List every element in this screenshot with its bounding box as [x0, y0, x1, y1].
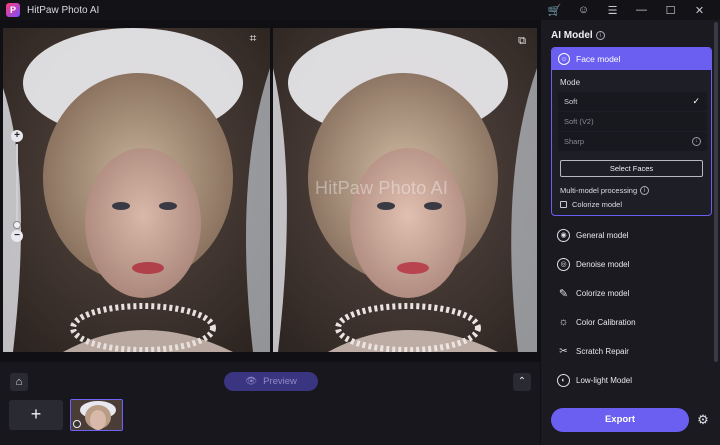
enhanced-image: HitPaw Photo AI ⧉: [273, 28, 537, 352]
multi-model-text: Multi-model processing: [560, 186, 638, 195]
window-controls: 🛒 ☺ ☰ — ☐ ✕: [540, 0, 714, 20]
colorize-checkbox-row[interactable]: Colorize model: [560, 200, 622, 209]
close-icon[interactable]: ✕: [685, 0, 714, 20]
model-option-label: Colorize model: [576, 288, 630, 298]
colorize-checkbox[interactable]: [560, 201, 567, 208]
app-logo-icon: P: [6, 3, 20, 17]
face-model-card[interactable]: ☺ Face model Mode Soft ✓ Soft (V2) Sharp…: [551, 47, 712, 216]
watermark-text: HitPaw Photo AI: [315, 178, 449, 198]
colorize-model-icon: ✎: [558, 287, 569, 300]
model-option-low-light[interactable]: ◐ Low-light Model: [557, 372, 632, 388]
crop-icon[interactable]: ⌗: [246, 31, 260, 45]
mode-option-label: Sharp: [564, 137, 585, 146]
image-thumbnail[interactable]: [70, 399, 123, 431]
original-image: [3, 28, 270, 352]
minimize-icon[interactable]: —: [627, 0, 656, 20]
face-model-header[interactable]: ☺ Face model: [552, 48, 711, 70]
panel-title-text: AI Model: [551, 30, 593, 41]
preview-label: Preview: [263, 376, 297, 387]
eye-icon: 👁: [245, 376, 258, 387]
add-image-button[interactable]: +: [9, 400, 63, 430]
denoise-model-icon: ◎: [557, 257, 570, 271]
model-option-label: Color Calibration: [576, 317, 636, 327]
zoom-slider[interactable]: + −: [11, 130, 23, 242]
bottom-bar: ⌂ 👁 Preview ⌃ +: [0, 362, 540, 445]
model-option-label: General model: [576, 230, 629, 240]
model-option-scratch-repair[interactable]: ✂ Scratch Repair: [557, 343, 629, 359]
mode-label: Mode: [560, 78, 581, 87]
menu-icon[interactable]: ☰: [598, 0, 627, 20]
general-model-icon: ◉: [557, 228, 570, 242]
mode-option-soft-v2[interactable]: Soft (V2): [558, 112, 707, 131]
check-icon: ✓: [692, 96, 700, 106]
maximize-icon[interactable]: ☐: [656, 0, 685, 20]
download-icon[interactable]: ↓: [692, 137, 701, 146]
zoom-in-icon[interactable]: +: [11, 130, 23, 142]
collapse-button[interactable]: ⌃: [513, 373, 531, 391]
colorize-checkbox-label: Colorize model: [572, 200, 623, 209]
preview-area: HitPaw Photo AI ⧉ ⌗ + −: [0, 25, 540, 355]
thumbnail-badge-icon: [73, 420, 81, 428]
mode-option-soft[interactable]: Soft ✓: [558, 92, 707, 111]
app-title: HitPaw Photo AI: [27, 4, 100, 16]
model-option-colorize[interactable]: ✎ Colorize model: [557, 285, 629, 301]
model-option-color-calibration[interactable]: ☼ Color Calibration: [557, 314, 636, 330]
panel-scrollbar[interactable]: [714, 22, 718, 362]
home-button[interactable]: ⌂: [10, 373, 28, 391]
compare-icon[interactable]: ⧉: [515, 34, 529, 48]
multi-model-label: Multi-model processing i: [560, 186, 650, 195]
original-photo: [3, 28, 270, 352]
title-bar: P HitPaw Photo AI 🛒 ☺ ☰ — ☐ ✕: [0, 0, 720, 20]
zoom-handle[interactable]: [13, 221, 21, 229]
mode-option-label: Soft (V2): [564, 117, 594, 126]
export-button[interactable]: Export: [551, 408, 689, 432]
model-option-general[interactable]: ◉ General model: [557, 227, 628, 243]
ai-model-panel: AI Model i ☺ Face model Mode Soft ✓ Soft …: [541, 20, 720, 445]
face-model-label: Face model: [576, 54, 621, 64]
mode-list: Soft ✓ Soft (V2) Sharp ↓: [558, 92, 707, 152]
info-icon[interactable]: i: [640, 186, 650, 195]
low-light-model-icon: ◐: [557, 373, 570, 387]
preview-button[interactable]: 👁 Preview: [224, 372, 318, 391]
gear-icon[interactable]: ⚙: [696, 413, 710, 427]
user-icon[interactable]: ☺: [569, 0, 598, 20]
panel-title: AI Model i: [551, 30, 605, 41]
info-icon[interactable]: i: [595, 31, 605, 40]
face-model-icon: ☺: [558, 53, 570, 65]
model-option-label: Scratch Repair: [576, 346, 629, 356]
mode-option-sharp[interactable]: Sharp ↓: [558, 132, 707, 151]
zoom-track[interactable]: [16, 144, 18, 228]
color-calibration-icon: ☼: [558, 316, 569, 328]
model-option-label: Low-light Model: [576, 375, 633, 385]
mode-option-label: Soft: [564, 97, 578, 106]
model-option-denoise[interactable]: ◎ Denoise model: [557, 256, 629, 272]
cart-icon[interactable]: 🛒: [540, 0, 569, 20]
select-faces-button[interactable]: Select Faces: [560, 160, 703, 177]
zoom-out-icon[interactable]: −: [11, 230, 23, 242]
model-option-label: Denoise model: [576, 259, 630, 269]
scratch-repair-icon: ✂: [559, 345, 568, 357]
